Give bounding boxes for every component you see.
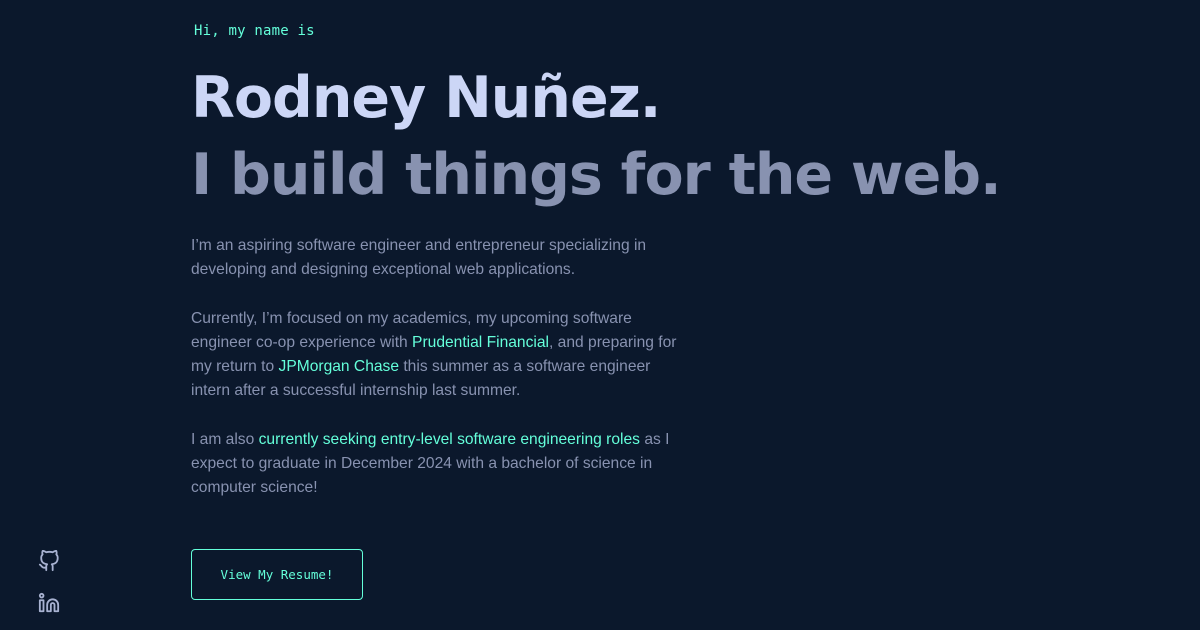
bio-paragraph-3: I am also currently seeking entry-level …	[191, 428, 691, 501]
prudential-link[interactable]: Prudential Financial	[412, 334, 549, 351]
hero-tagline: I build things for the web.	[191, 142, 1002, 208]
seeking-roles-link[interactable]: currently seeking entry-level software e…	[259, 431, 640, 448]
jpmorgan-link[interactable]: JPMorgan Chase	[279, 358, 399, 375]
hero-name: Rodney Nuñez.	[191, 65, 661, 131]
linkedin-icon	[38, 592, 60, 614]
github-link[interactable]	[38, 550, 60, 572]
bio-text: I am also	[191, 430, 259, 448]
greeting-text: Hi, my name is	[194, 23, 315, 39]
linkedin-link[interactable]	[38, 592, 60, 614]
social-links	[38, 550, 62, 630]
view-resume-button[interactable]: View My Resume!	[191, 549, 363, 600]
github-icon	[38, 550, 60, 572]
bio: I’m an aspiring software engineer and en…	[191, 234, 691, 525]
bio-paragraph-1: I’m an aspiring software engineer and en…	[191, 237, 647, 279]
bio-paragraph-2: Currently, I’m focused on my academics, …	[191, 307, 691, 404]
